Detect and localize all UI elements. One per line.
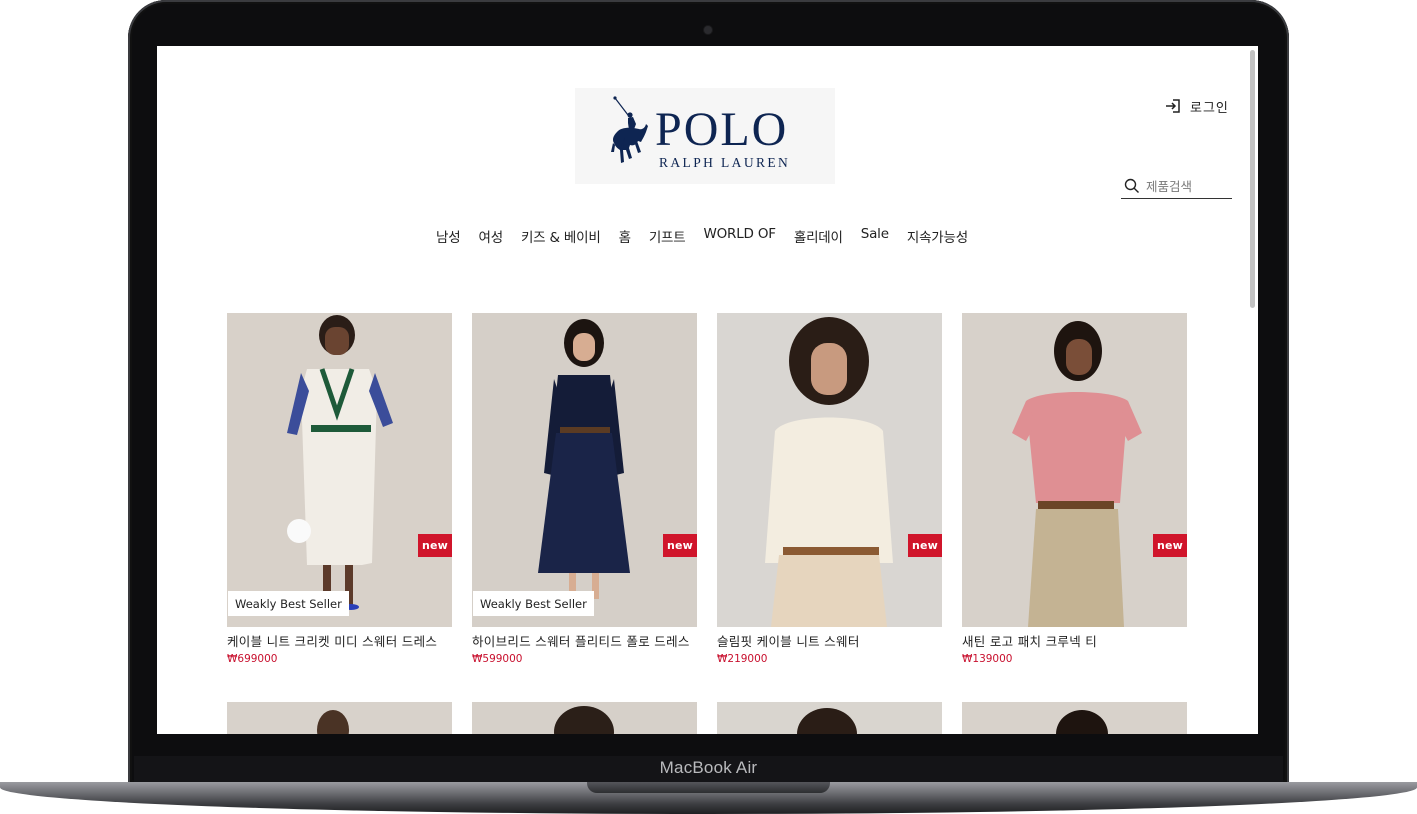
- nav-item-men[interactable]: 남성: [436, 226, 461, 246]
- nav-item-home[interactable]: 홈: [619, 226, 631, 246]
- nav-item-world-of[interactable]: WORLD OF: [703, 226, 776, 246]
- model-photo-icon: [717, 313, 942, 627]
- product-name[interactable]: 새틴 로고 패치 크루넥 티: [962, 633, 1187, 651]
- nav-item-sustainability[interactable]: 지속가능성: [907, 226, 968, 246]
- model-photo-icon: [962, 313, 1187, 627]
- product-card[interactable]: new Weakly Best Seller 하이브리드 스웨터 플리티드 폴로…: [472, 313, 697, 666]
- product-price: ₩699000: [227, 653, 278, 665]
- product-card-partial[interactable]: [227, 702, 452, 734]
- main-navigation: 남성 여성 키즈 & 베이비 홈 기프트 WORLD OF 홀리데이 Sale …: [157, 226, 1247, 246]
- product-image[interactable]: new: [962, 313, 1187, 627]
- login-label: 로그인: [1190, 100, 1229, 116]
- login-link[interactable]: 로그인: [1165, 96, 1229, 116]
- product-card-partial[interactable]: [472, 702, 697, 734]
- model-photo-icon: [962, 702, 1187, 734]
- brand-logo[interactable]: POLO RALPH LAUREN: [575, 88, 835, 184]
- product-price: ₩599000: [472, 653, 523, 665]
- search-input[interactable]: [1146, 178, 1228, 194]
- polo-player-icon: [611, 96, 648, 163]
- product-price: ₩139000: [962, 653, 1013, 665]
- product-card[interactable]: new 슬림핏 케이블 니트 스웨터 ₩219000: [717, 313, 942, 666]
- new-badge: new: [908, 534, 942, 557]
- product-card-partial[interactable]: [962, 702, 1187, 734]
- login-icon: [1166, 99, 1180, 113]
- product-name[interactable]: 슬림핏 케이블 니트 스웨터: [717, 633, 942, 651]
- webcam-icon: [704, 26, 712, 34]
- product-name[interactable]: 하이브리드 스웨터 플리티드 폴로 드레스: [472, 633, 697, 651]
- search-icon[interactable]: [1124, 178, 1140, 194]
- model-photo-icon: [227, 702, 452, 734]
- nav-item-holiday[interactable]: 홀리데이: [794, 226, 843, 246]
- logo-subtitle: RALPH LAUREN: [659, 155, 791, 170]
- model-photo-icon: [472, 702, 697, 734]
- product-image[interactable]: new: [717, 313, 942, 627]
- new-badge: new: [663, 534, 697, 557]
- new-badge: new: [418, 534, 452, 557]
- scrollbar-thumb[interactable]: [1250, 50, 1255, 308]
- browser-viewport: POLO RALPH LAUREN 로그인 남성 여성 키즈 & 베이비 홈 기…: [157, 46, 1258, 734]
- model-photo-icon: [227, 313, 452, 627]
- nav-item-gift[interactable]: 기프트: [649, 226, 686, 246]
- new-badge: new: [1153, 534, 1187, 557]
- product-card-partial[interactable]: [717, 702, 942, 734]
- nav-item-kids-baby[interactable]: 키즈 & 베이비: [521, 226, 601, 246]
- product-image[interactable]: new Weakly Best Seller: [227, 313, 452, 627]
- product-card[interactable]: new 새틴 로고 패치 크루넥 티 ₩139000: [962, 313, 1187, 666]
- product-image[interactable]: new Weakly Best Seller: [472, 313, 697, 627]
- model-photo-icon: [717, 702, 942, 734]
- scrollbar[interactable]: [1247, 46, 1258, 734]
- nav-item-sale[interactable]: Sale: [861, 226, 889, 246]
- nav-item-women[interactable]: 여성: [479, 226, 504, 246]
- best-seller-badge: Weakly Best Seller: [228, 591, 349, 616]
- product-card[interactable]: new Weakly Best Seller 케이블 니트 크리켓 미디 스웨터…: [227, 313, 452, 666]
- model-photo-icon: [472, 313, 697, 627]
- product-name[interactable]: 케이블 니트 크리켓 미디 스웨터 드레스: [227, 633, 452, 651]
- product-price: ₩219000: [717, 653, 768, 665]
- search-field[interactable]: [1121, 174, 1232, 199]
- laptop-notch: [587, 782, 830, 793]
- logo-title: POLO: [655, 103, 789, 156]
- device-label: MacBook Air: [659, 758, 758, 777]
- best-seller-badge: Weakly Best Seller: [473, 591, 594, 616]
